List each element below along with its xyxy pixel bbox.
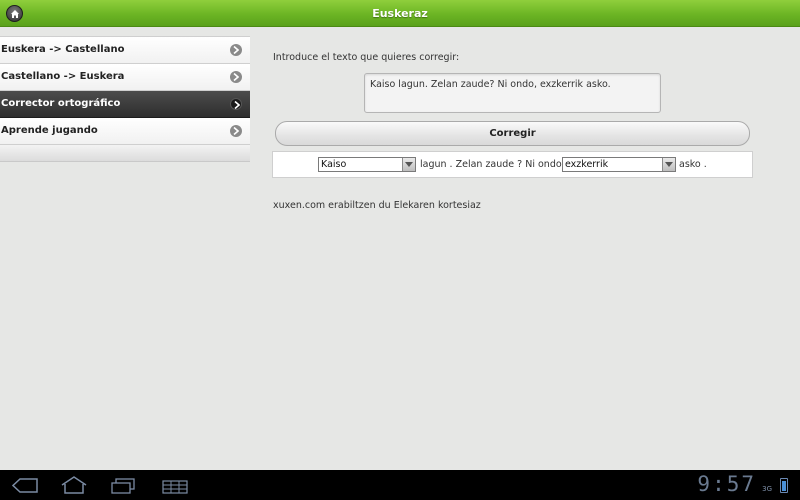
app-header: Euskeraz <box>0 0 800 27</box>
chevron-down-icon <box>662 158 675 171</box>
sidebar-item-euskera-castellano[interactable]: Euskera -> Castellano <box>0 37 250 64</box>
network-indicator: 3G <box>762 485 772 493</box>
intro-label: Introduce el texto que quieres corregir: <box>273 52 460 63</box>
app-title: Euskeraz <box>372 7 428 20</box>
sidebar-item-label: Castellano -> Euskera <box>1 71 125 82</box>
chevron-right-icon <box>230 71 242 83</box>
system-bar: 9:57 3G <box>0 470 800 500</box>
credit-text: xuxen.com erabiltzen du Elekaren kortesi… <box>273 200 481 211</box>
suggestion-select-value: Kaiso <box>321 159 347 170</box>
home-icon[interactable] <box>60 476 88 498</box>
suggestion-select-2[interactable]: exzkerrik <box>562 157 676 172</box>
suggestion-select-value: exzkerrik <box>565 159 609 170</box>
sidebar-item-label: Aprende jugando <box>1 125 98 136</box>
sidebar-footer <box>0 145 250 162</box>
result-text-segment: asko . <box>679 159 707 170</box>
battery-icon <box>780 478 788 493</box>
recent-apps-icon[interactable] <box>110 478 136 498</box>
sidebar-menu: Euskera -> Castellano Castellano -> Eusk… <box>0 36 250 162</box>
suggestion-select-1[interactable]: Kaiso <box>318 157 416 172</box>
sidebar-item-aprende-jugando[interactable]: Aprende jugando <box>0 118 250 145</box>
correction-result: Kaiso lagun . Zelan zaude ? Ni ondo , ex… <box>272 151 753 178</box>
back-icon[interactable] <box>11 478 38 497</box>
sidebar-item-label: Corrector ortográfico <box>1 98 121 109</box>
chevron-right-icon <box>230 98 242 110</box>
correct-button[interactable]: Corregir <box>275 121 750 146</box>
menu-icon[interactable] <box>162 479 188 498</box>
sidebar-item-label: Euskera -> Castellano <box>1 44 125 55</box>
chevron-right-icon <box>230 125 242 137</box>
chevron-down-icon <box>402 158 415 171</box>
sidebar-item-corrector[interactable]: Corrector ortográfico <box>0 91 250 118</box>
sidebar-item-castellano-euskera[interactable]: Castellano -> Euskera <box>0 64 250 91</box>
chevron-right-icon <box>230 44 242 56</box>
result-text-segment: lagun . Zelan zaude ? Ni ondo , <box>420 159 568 170</box>
text-input-area[interactable]: Kaiso lagun. Zelan zaude? Ni ondo, exzke… <box>364 73 661 113</box>
status-clock: 9:57 <box>697 472 756 496</box>
